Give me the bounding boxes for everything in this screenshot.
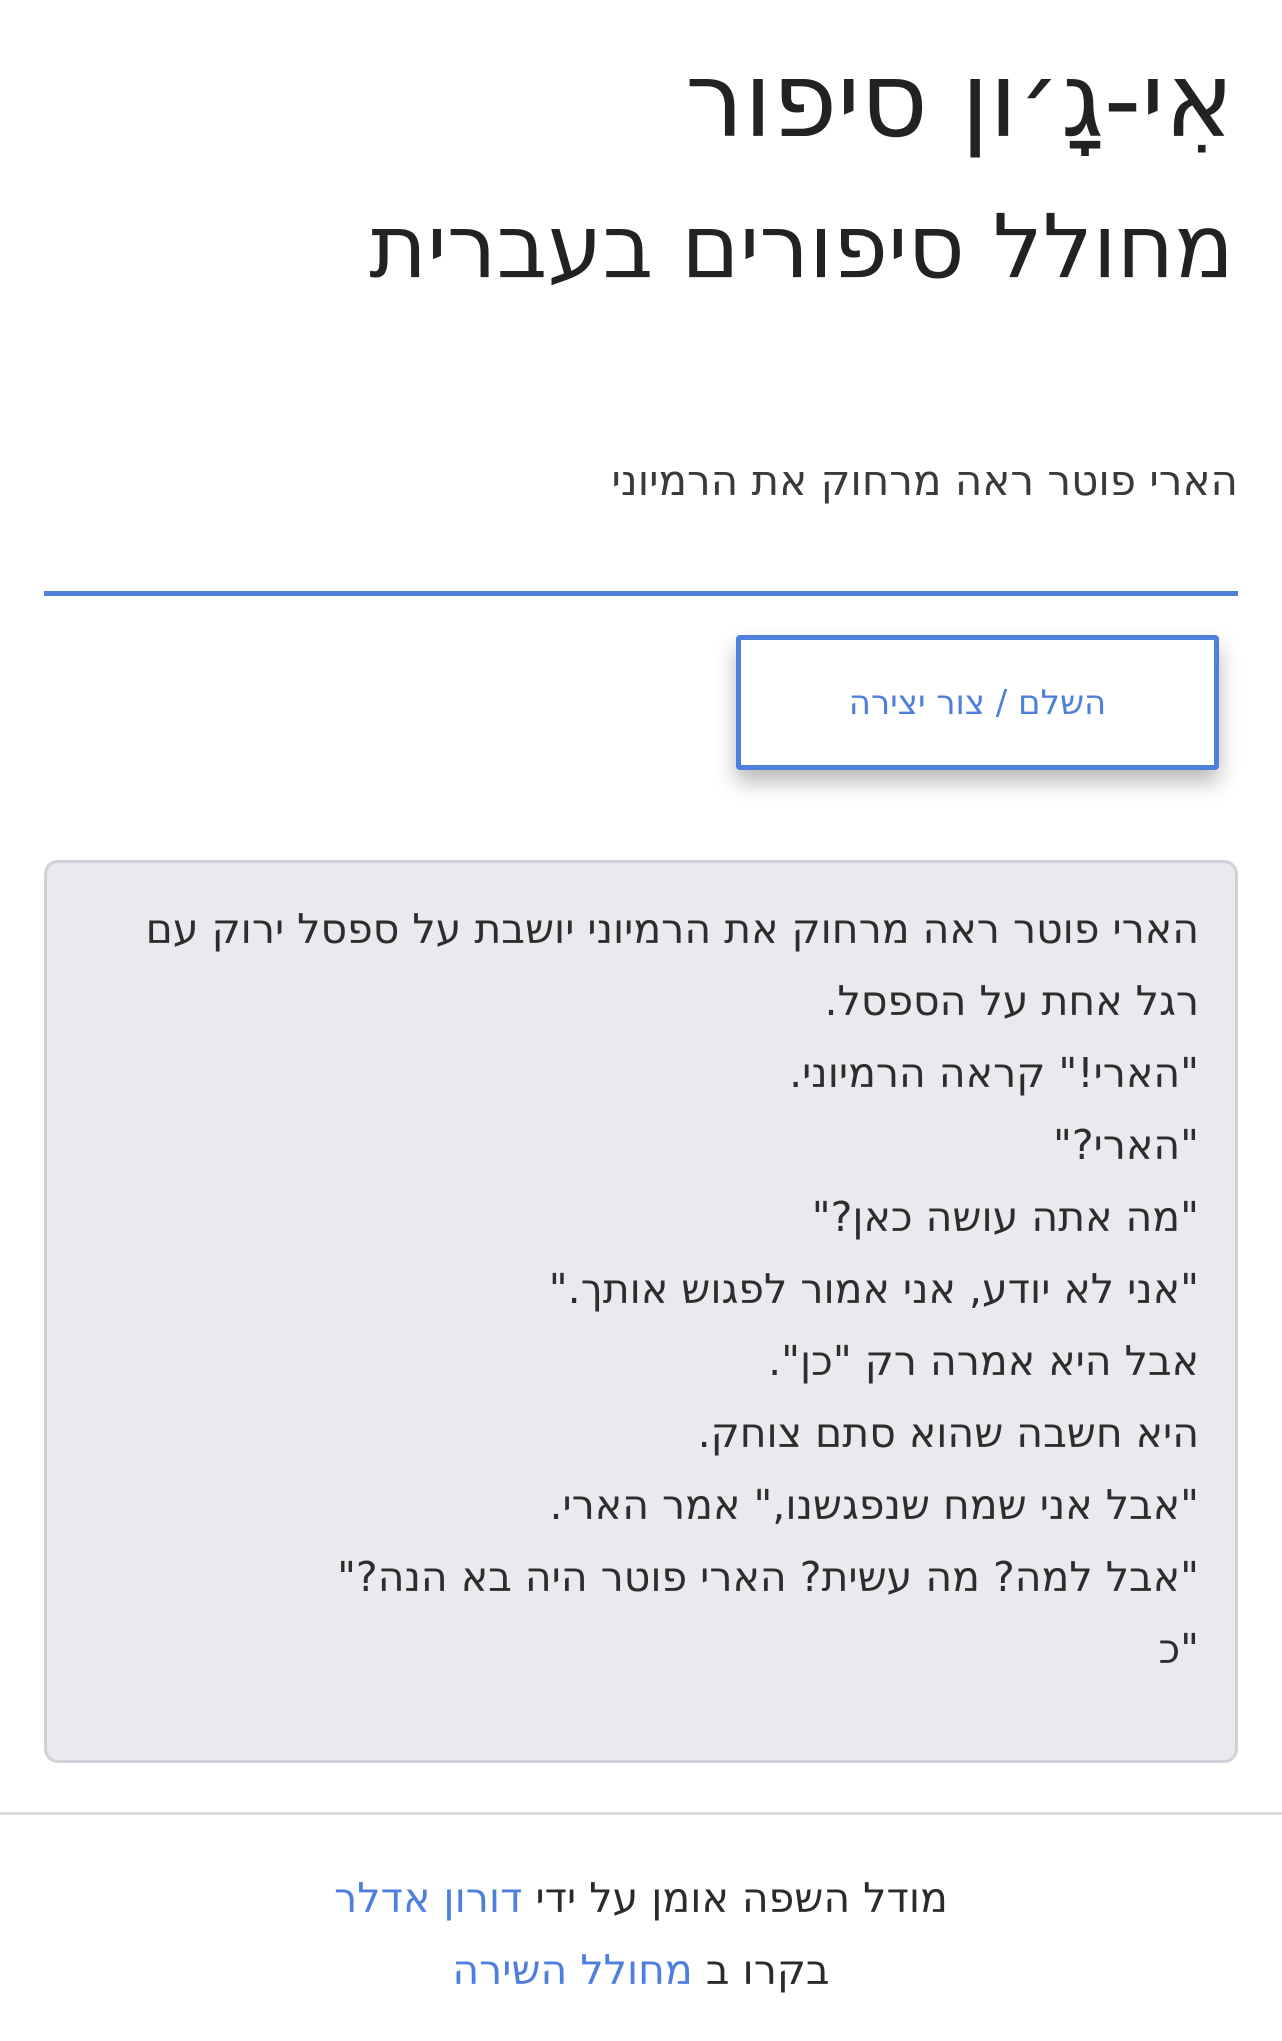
story-line: רגל אחת על הספסל.: [824, 977, 1200, 1025]
prompt-input[interactable]: [44, 456, 1238, 505]
story-line: "הארי?": [1053, 1121, 1199, 1169]
footer-credit-text: מודל השפה אומן על ידי: [522, 1874, 948, 1922]
story-line: "כ: [1158, 1625, 1199, 1673]
story-line: "הארי!" קראה הרמיוני.: [789, 1049, 1199, 1097]
page-title: אִי-גָ׳ון סיפור: [685, 39, 1234, 161]
story-line: אבל היא אמרה רק "כן".: [768, 1337, 1199, 1385]
story-line: "אני לא יודע, אני אמור לפגוש אותך.": [548, 1265, 1199, 1313]
story-line: "אבל אני שמח שנפגשנו," אמר הארי.: [549, 1481, 1199, 1529]
footer-divider: [0, 1812, 1282, 1815]
footer-visit-text: בקרו ב: [692, 1946, 830, 1994]
story-line: "אבל למה? מה עשית? הארי פוטר היה בא הנה?…: [337, 1553, 1199, 1601]
story-line: היא חשבה שהוא סתם צוחק.: [697, 1409, 1199, 1457]
generate-button[interactable]: השלם / צור יצירה: [736, 635, 1219, 770]
story-line: הארי פוטר ראה מרחוק את הרמיוני יושבת על …: [145, 905, 1199, 953]
story-line: "מה אתה עושה כאן?": [811, 1193, 1199, 1241]
poetry-generator-link[interactable]: מחולל השירה: [452, 1946, 692, 1994]
page-subtitle: מחולל סיפורים בעברית: [369, 195, 1234, 298]
story-output: הארי פוטר ראה מרחוק את הרמיוני יושבת על …: [44, 860, 1238, 1763]
footer-visit: בקרו ב מחולל השירה: [0, 1946, 1282, 1994]
footer-credit: מודל השפה אומן על ידי דורון אדלר: [0, 1874, 1282, 1922]
prompt-field-container: [44, 440, 1238, 596]
author-link[interactable]: דורון אדלר: [334, 1874, 522, 1922]
